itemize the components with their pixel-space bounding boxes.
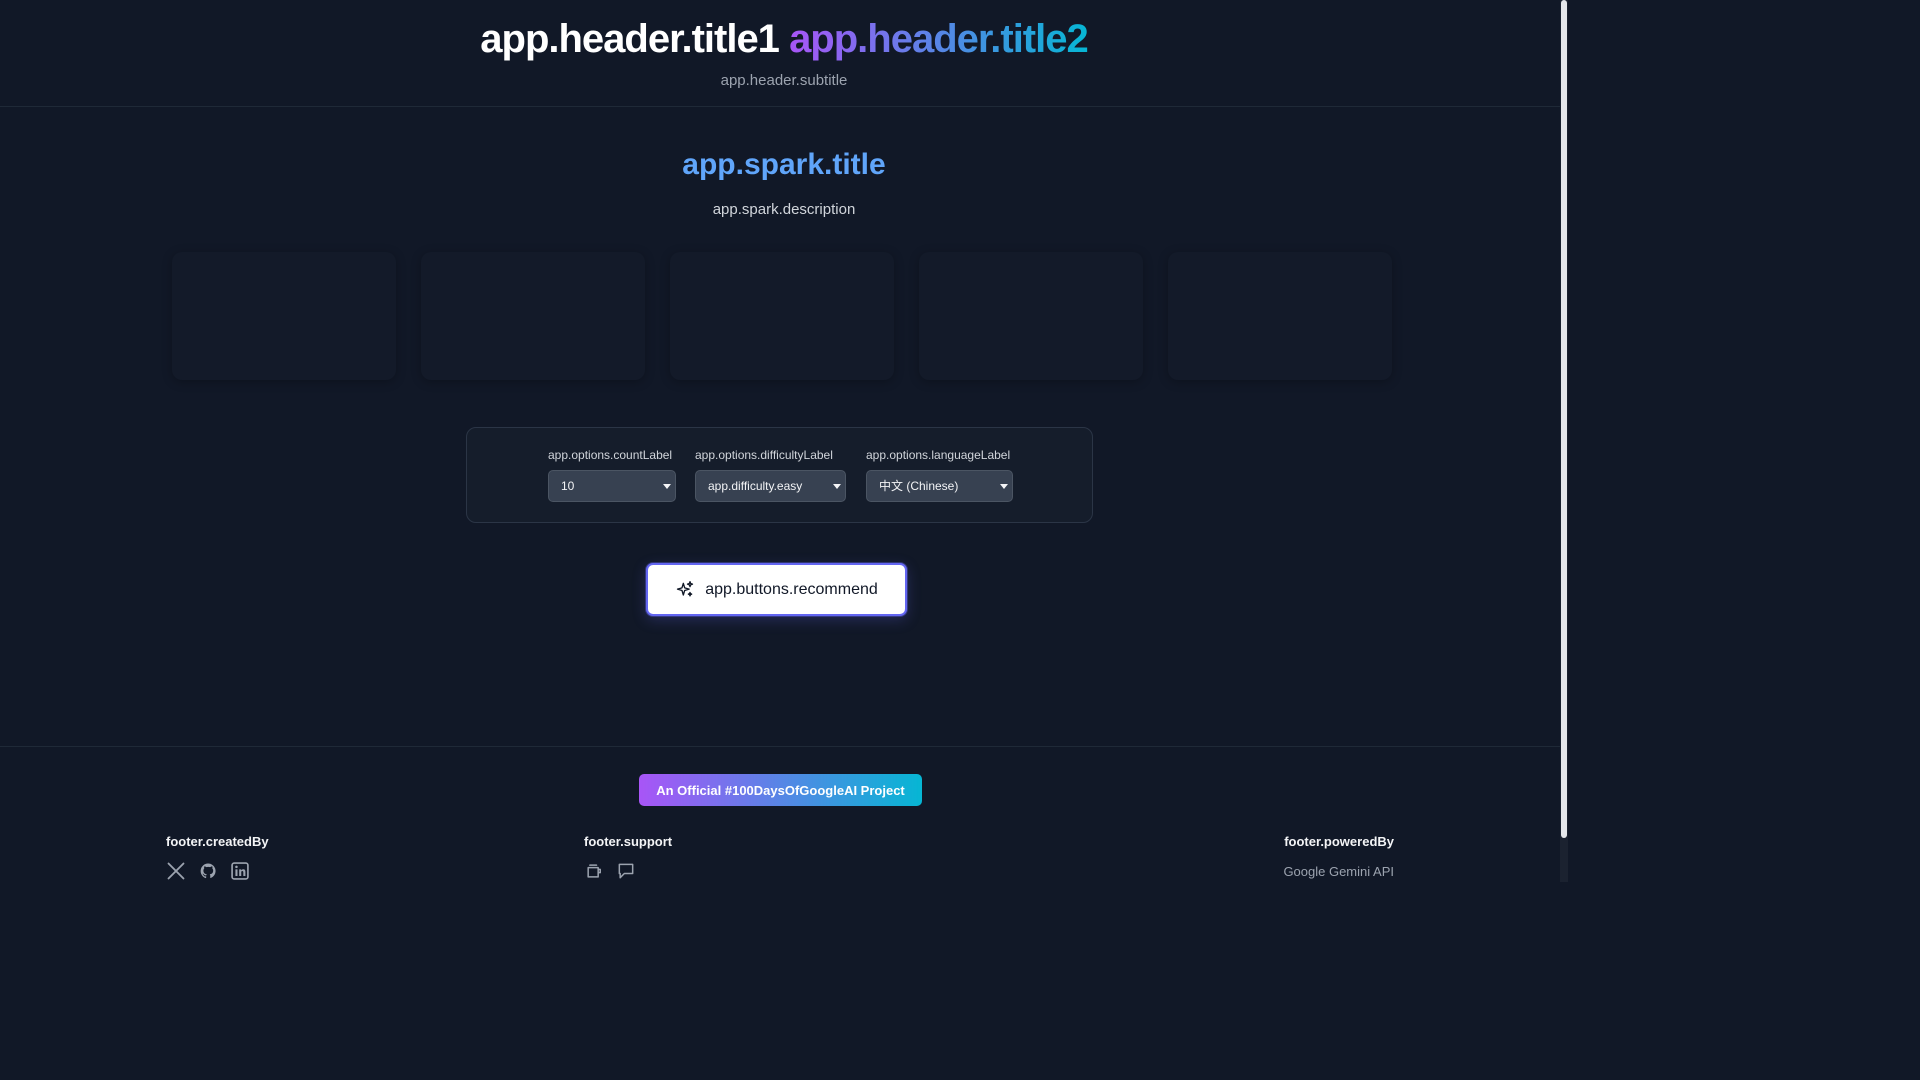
sparkles-icon: [677, 580, 694, 596]
main-content: app.spark.title app.spark.description ap…: [0, 145, 1568, 616]
app-title-part1: app.header.title1: [480, 17, 780, 61]
difficulty-label: app.options.difficultyLabel: [695, 448, 833, 462]
placeholder-card: [172, 252, 396, 380]
count-option: app.options.countLabel 10: [548, 448, 676, 502]
linkedin-icon[interactable]: [230, 861, 250, 881]
powered-by-value[interactable]: Google Gemini API: [1283, 864, 1394, 879]
social-links: [166, 861, 250, 881]
app-title-part2: app.header.title2: [789, 17, 1089, 61]
chevron-down-icon: [663, 484, 671, 489]
footer-powered-by: footer.poweredBy: [1284, 834, 1394, 849]
official-project-badge[interactable]: An Official #100DaysOfGoogleAI Project: [639, 774, 922, 806]
chat-icon[interactable]: [616, 861, 636, 881]
x-icon[interactable]: [166, 861, 186, 881]
language-select-value: 中文 (Chinese): [879, 479, 959, 493]
spark-title: app.spark.title: [682, 148, 886, 181]
page-footer: An Official #100DaysOfGoogleAI Project f…: [0, 746, 1560, 882]
difficulty-option: app.options.difficultyLabel app.difficul…: [695, 448, 846, 502]
placeholder-card: [670, 252, 894, 380]
count-select[interactable]: 10: [548, 470, 676, 502]
difficulty-select-value: app.difficulty.easy: [708, 479, 803, 493]
count-select-value: 10: [561, 479, 575, 493]
language-select[interactable]: 中文 (Chinese): [866, 470, 1013, 502]
difficulty-select[interactable]: app.difficulty.easy: [695, 470, 846, 502]
placeholder-card: [1168, 252, 1392, 380]
footer-support: footer.support: [584, 834, 673, 849]
page-scrollbar[interactable]: [1560, 0, 1568, 882]
placeholder-card: [421, 252, 645, 380]
placeholder-card: [919, 252, 1143, 380]
chevron-down-icon: [1000, 484, 1008, 489]
spark-description: app.spark.description: [712, 201, 856, 218]
coffee-cup-icon[interactable]: [584, 861, 604, 881]
app-subtitle: app.header.subtitle: [720, 72, 848, 89]
recommend-button[interactable]: app.buttons.recommend: [646, 563, 907, 616]
github-icon[interactable]: [198, 861, 218, 881]
support-links: [584, 861, 636, 881]
count-label: app.options.countLabel: [548, 448, 673, 462]
footer-created-by: footer.createdBy: [166, 834, 269, 849]
app-header: app.header.title1 app.header.title2 app.…: [0, 0, 1568, 107]
card-placeholders: [172, 252, 1392, 380]
recommend-button-label: app.buttons.recommend: [705, 580, 878, 598]
language-label: app.options.languageLabel: [866, 448, 1011, 462]
options-panel: app.options.countLabel 10 app.options.di…: [466, 427, 1093, 523]
chevron-down-icon: [833, 484, 841, 489]
scrollbar-thumb[interactable]: [1561, 0, 1567, 838]
language-option: app.options.languageLabel 中文 (Chinese): [866, 448, 1013, 502]
app-title: app.header.title1 app.header.title2: [0, 0, 1568, 63]
